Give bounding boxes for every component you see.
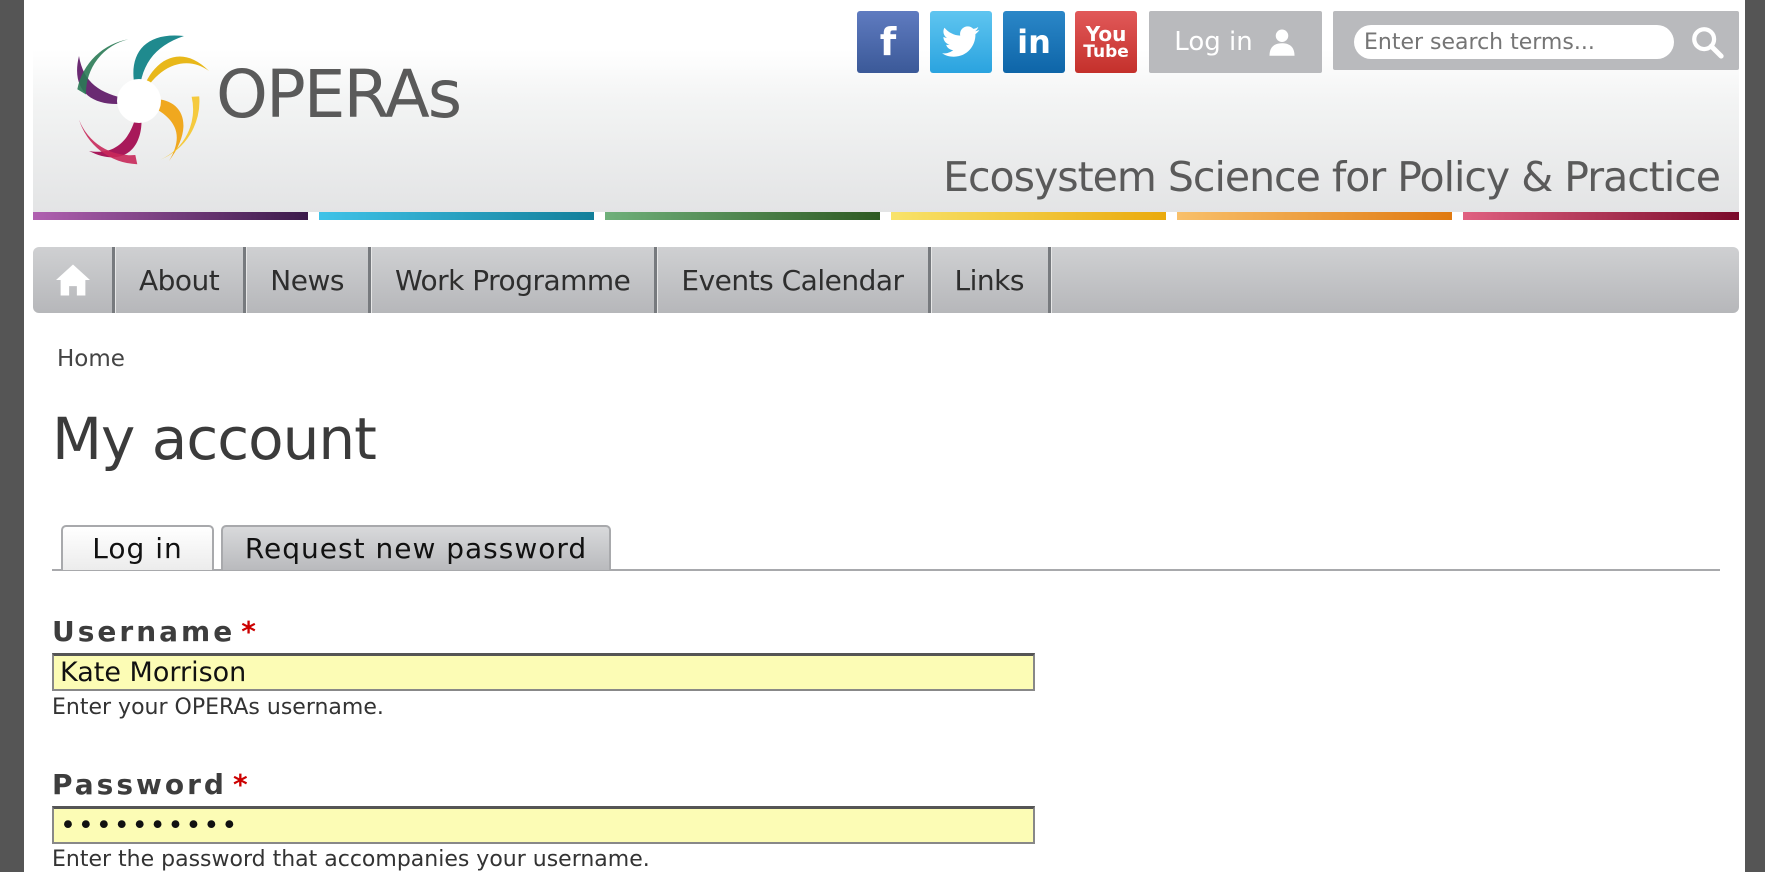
password-help: Enter the password that accompanies your… xyxy=(52,847,650,872)
window-frame-right xyxy=(1745,0,1765,872)
nav-work-programme[interactable]: Work Programme xyxy=(371,247,658,313)
username-required-mark: * xyxy=(241,615,259,648)
nav-home[interactable] xyxy=(33,247,115,313)
password-required-mark: * xyxy=(232,768,251,801)
search-input[interactable] xyxy=(1354,25,1674,59)
search-icon[interactable] xyxy=(1690,25,1724,59)
swirl-logo-icon[interactable] xyxy=(66,28,212,174)
home-icon xyxy=(55,264,90,296)
youtube-glyph-top: You xyxy=(1085,21,1127,46)
youtube-icon[interactable]: You Tube xyxy=(1075,11,1137,73)
main-nav: About News Work Programme Events Calenda… xyxy=(33,247,1739,313)
tab-log-in[interactable]: Log in xyxy=(61,525,214,570)
stripe-orange xyxy=(1177,212,1452,220)
youtube-glyph-bottom: Tube xyxy=(1083,41,1129,62)
twitter-bird-icon xyxy=(942,26,980,57)
site-name[interactable]: OPERAs xyxy=(216,62,462,128)
stripe-yellow xyxy=(891,212,1166,220)
stripe-blue xyxy=(319,212,594,220)
header-login-label: Log in xyxy=(1174,27,1253,57)
twitter-icon[interactable] xyxy=(930,11,992,73)
facebook-icon[interactable]: f xyxy=(857,11,919,73)
nav-links[interactable]: Links xyxy=(931,247,1051,313)
breadcrumb[interactable]: Home xyxy=(57,346,125,372)
nav-events-calendar[interactable]: Events Calendar xyxy=(657,247,931,313)
linkedin-glyph: in xyxy=(1017,23,1051,61)
password-label-text: Password xyxy=(52,768,227,801)
password-field[interactable] xyxy=(52,806,1035,844)
stripe-purple xyxy=(33,212,308,220)
window-frame-left xyxy=(0,0,24,872)
color-stripes xyxy=(33,212,1739,220)
password-label: Password * xyxy=(52,768,251,801)
username-help: Enter your OPERAs username. xyxy=(52,695,384,720)
nav-about[interactable]: About xyxy=(115,247,247,313)
user-icon xyxy=(1269,29,1295,56)
stripe-red xyxy=(1463,212,1739,220)
nav-news[interactable]: News xyxy=(246,247,371,313)
facebook-glyph: f xyxy=(879,20,897,64)
username-label: Username * xyxy=(52,615,259,648)
search-box xyxy=(1333,11,1739,70)
username-label-text: Username xyxy=(52,615,236,648)
linkedin-icon[interactable]: in xyxy=(1003,11,1065,73)
stripe-green xyxy=(605,212,880,220)
tab-request-new-password[interactable]: Request new password xyxy=(221,525,611,570)
page-title: My account xyxy=(52,405,377,473)
username-field[interactable] xyxy=(52,653,1035,691)
header-login-button[interactable]: Log in xyxy=(1149,11,1322,73)
site-tagline: Ecosystem Science for Policy & Practice xyxy=(943,153,1721,201)
